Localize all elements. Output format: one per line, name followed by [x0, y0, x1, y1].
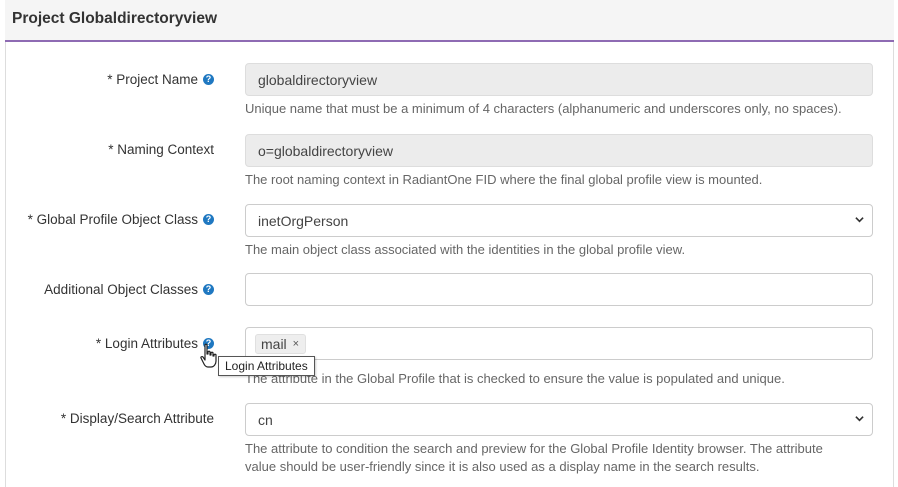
naming-context-value: o=globaldirectoryview [258, 142, 394, 159]
naming-context-label-text: * Naming Context [108, 142, 214, 157]
display-attribute-value: cn [258, 411, 273, 428]
question-circle-icon[interactable]: ? [203, 214, 214, 225]
project-name-help: Unique name that must be a minimum of 4 … [245, 101, 842, 116]
tag-label: mail [261, 335, 287, 352]
object-class-value: inetOrgPerson [258, 212, 349, 229]
page-title: Project Globaldirectoryview [12, 10, 218, 27]
project-name-label-text: * Project Name [107, 72, 198, 87]
object-class-select[interactable]: inetOrgPerson [245, 204, 873, 237]
hand-pointer-icon [200, 343, 217, 368]
display-attribute-select[interactable]: cn [245, 403, 873, 436]
naming-context-label: * Naming Context [108, 142, 214, 157]
question-circle-icon[interactable]: ? [203, 74, 214, 85]
project-name-input[interactable]: globaldirectoryview [245, 63, 873, 96]
naming-context-input[interactable]: o=globaldirectoryview [245, 134, 873, 167]
additional-classes-label: Additional Object Classes ? [44, 282, 214, 297]
login-attributes-tag-input[interactable]: mail × [245, 327, 873, 360]
object-class-help: The main object class associated with th… [245, 242, 686, 257]
chevron-down-icon [855, 217, 864, 223]
display-attribute-label: * Display/Search Attribute [61, 411, 214, 426]
display-attribute-label-text: * Display/Search Attribute [60, 411, 214, 426]
naming-context-help: The root naming context in RadiantOne FI… [245, 172, 763, 187]
login-attributes-label: * Login Attributes ? [96, 336, 214, 351]
additional-classes-label-text: Additional Object Classes [44, 282, 198, 297]
panel-header: Project Globaldirectoryview [5, 0, 894, 42]
tag-mail: mail × [255, 333, 307, 354]
additional-classes-input[interactable] [245, 273, 873, 306]
display-attribute-help-line2: value should be user-friendly since it i… [245, 459, 760, 474]
tag-remove-icon[interactable]: × [293, 338, 299, 350]
project-name-value: globaldirectoryview [258, 71, 378, 88]
chevron-down-icon [855, 416, 864, 422]
login-attributes-help: The attribute in the Global Profile that… [245, 371, 785, 386]
tooltip: Login Attributes [218, 356, 315, 376]
display-attribute-help-line1: The attribute to condition the search an… [245, 441, 823, 456]
login-attributes-label-text: * Login Attributes [95, 336, 198, 351]
question-circle-icon[interactable]: ? [203, 284, 214, 295]
object-class-label: * Global Profile Object Class ? [28, 212, 214, 227]
object-class-label-text: * Global Profile Object Class [27, 212, 198, 227]
project-name-label: * Project Name ? [107, 72, 214, 87]
